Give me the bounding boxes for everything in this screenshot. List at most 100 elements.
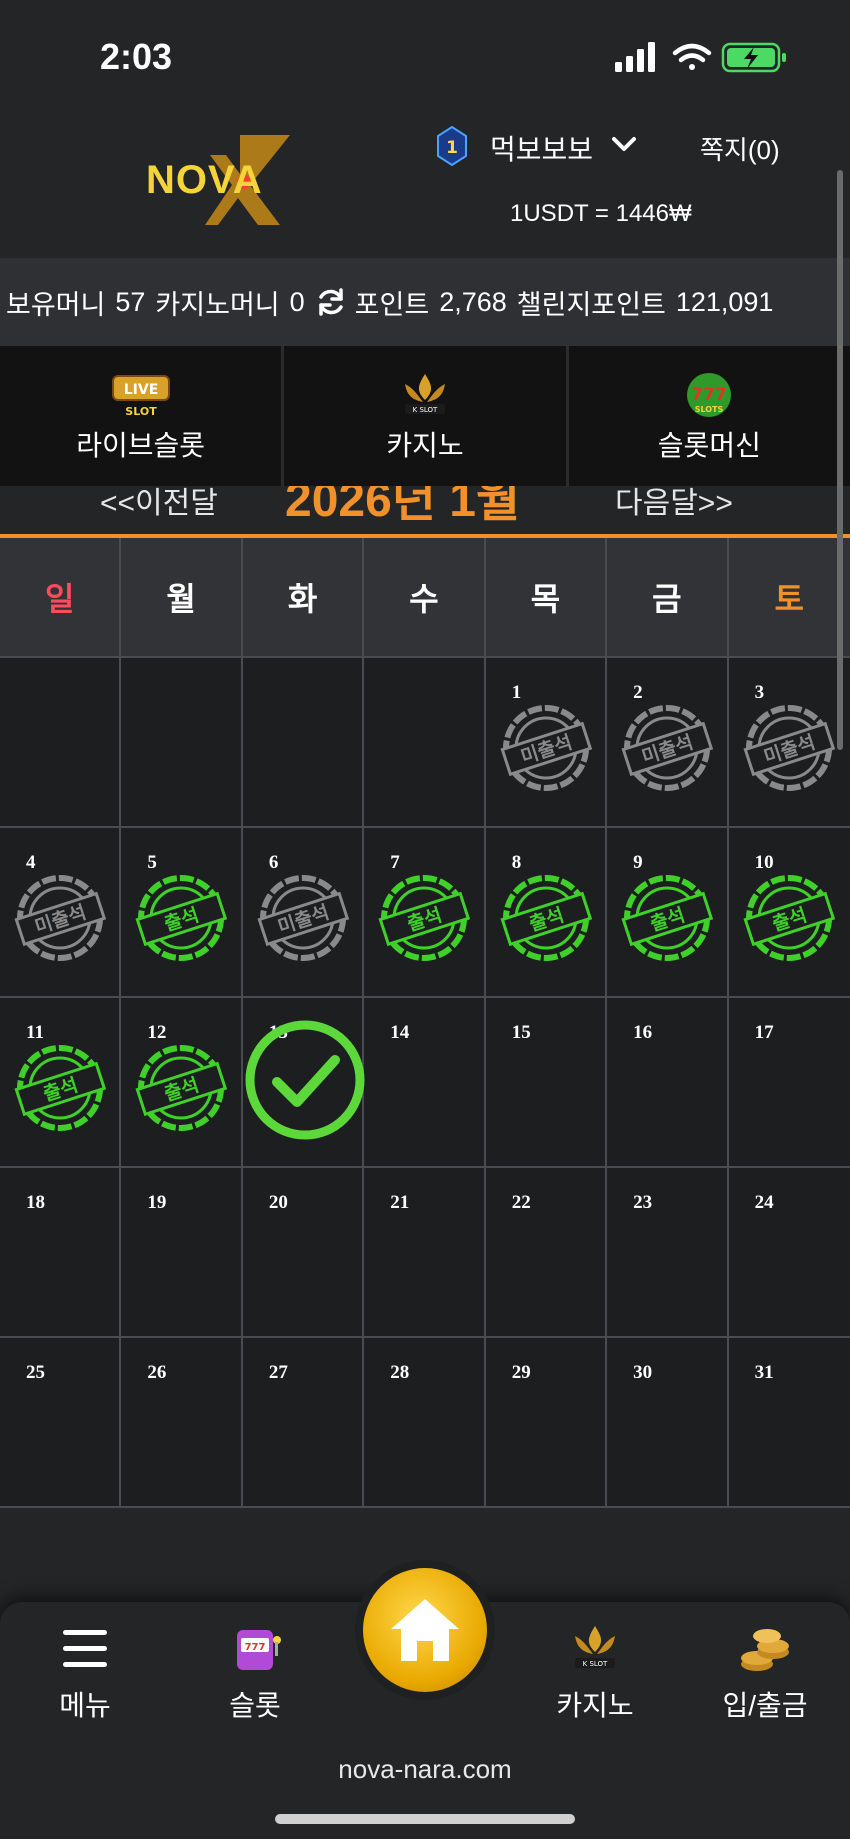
category-live-slot[interactable]: LIVE SLOT 라이브슬롯 [0, 346, 285, 486]
svg-text:LIVE: LIVE [123, 382, 158, 398]
status-icons [615, 42, 786, 73]
absent-stamp-icon: 미출석 [621, 705, 714, 791]
nav-label: 메뉴 [59, 1690, 111, 1721]
svg-text:K SLOT: K SLOT [583, 1660, 608, 1668]
calendar-day: 20 [242, 1168, 365, 1338]
nova-logo[interactable]: NOVA [140, 130, 315, 230]
exchange-rate: 1USDT = 1446₩ [510, 200, 692, 227]
day-number: 23 [633, 1192, 653, 1213]
category-label: 슬롯머신 [657, 430, 761, 461]
next-month-button[interactable]: 다음달>> [615, 486, 733, 522]
calendar-day-empty [121, 658, 243, 828]
absent-stamp-icon: 미출석 [257, 875, 350, 961]
present-stamp-icon: 출석 [14, 1045, 107, 1131]
nav-deposit[interactable]: 입/출금 [690, 1622, 840, 1724]
present-stamp: 출석 [741, 870, 837, 966]
calendar-day: 3 미출석 [728, 658, 850, 828]
home-indicator [275, 1814, 575, 1824]
nav-casino[interactable]: K SLOT 카지노 [520, 1622, 670, 1724]
check-circle-icon[interactable] [243, 1018, 367, 1142]
home-button[interactable] [355, 1560, 495, 1700]
weekday-sat: 토 [774, 581, 804, 617]
app-root: { "status": { "time": "2:03" }, "header"… [0, 0, 850, 1839]
calendar-day: 30 [607, 1338, 729, 1508]
svg-text:K SLOT: K SLOT [413, 406, 438, 414]
present-stamp: 출석 [619, 870, 715, 966]
calendar-day: 6 미출석 [242, 828, 365, 998]
day-number: 17 [754, 1022, 774, 1043]
coins-icon [741, 1629, 789, 1671]
calendar-day: 25 [0, 1338, 122, 1508]
slot-machine-icon: 777 [237, 1630, 281, 1670]
calendar-day: 26 [121, 1338, 243, 1508]
calendar-day: 19 [121, 1168, 243, 1338]
money-label: 보유머니 [6, 289, 106, 320]
absent-stamp-icon: 미출석 [500, 705, 592, 791]
day-number: 28 [390, 1362, 410, 1383]
day-number: 24 [754, 1192, 774, 1213]
day-number: 31 [754, 1362, 774, 1383]
present-stamp: 출석 [133, 1040, 229, 1136]
weekday-tue: 화 [243, 538, 365, 656]
present-stamp-icon: 출석 [500, 875, 592, 961]
calendar-day: 14 [364, 998, 486, 1168]
calendar-day: 4 미출석 [0, 828, 122, 998]
casino-money-value: 0 [289, 286, 305, 317]
month-nav: <<이전달 2026년 1월 다음달>> [0, 486, 850, 536]
nav-slot[interactable]: 777 슬롯 [180, 1622, 330, 1724]
weekday-thu: 목 [486, 538, 608, 656]
category-casino[interactable]: K SLOT 카지노 [284, 346, 569, 486]
username[interactable]: 먹보보보 [490, 128, 593, 168]
calendar-day-today[interactable]: 13 [242, 998, 367, 1168]
signal-icon [615, 42, 655, 72]
777-slots-icon: 777 SLOTS [687, 373, 732, 417]
calendar-day: 16 [607, 998, 729, 1168]
day-number: 18 [26, 1192, 45, 1213]
site-url: nova-nara.com [338, 1754, 512, 1784]
scrollbar[interactable] [837, 170, 843, 750]
calendar-day: 27 [242, 1338, 365, 1508]
absent-stamp: 미출석 [498, 700, 594, 796]
present-stamp-icon: 출석 [743, 875, 835, 961]
calendar-day: 21 [364, 1168, 486, 1338]
day-number: 20 [268, 1192, 288, 1213]
calendar-day: 18 [0, 1168, 122, 1338]
chevron-down-icon[interactable] [610, 130, 638, 158]
day-number: 19 [147, 1192, 167, 1213]
current-month: 2026년 1월 [285, 486, 521, 527]
challenge-points-value: 121,091 [675, 286, 774, 317]
calendar-day: 5 출석 [121, 828, 243, 998]
menu-icon [63, 1630, 107, 1667]
prev-month-button[interactable]: <<이전달 [100, 486, 218, 522]
calendar-day: 9 출석 [607, 828, 729, 998]
present-stamp: 출석 [376, 870, 472, 966]
balance-bar: 보유머니 57 카지노머니 0 포인트 2,768 챌린지포인트 121,091 [0, 258, 850, 346]
calendar-day: 29 [485, 1338, 608, 1508]
calendar-day-empty [0, 658, 122, 828]
money-value: 57 [115, 286, 146, 317]
calendar-day: 28 [364, 1338, 486, 1508]
day-number: 25 [26, 1362, 45, 1383]
status-bar: 2:03 [0, 0, 850, 100]
category-label: 라이브슬롯 [76, 430, 206, 461]
calendar-grid: 1 미출석 2 미출석 3 미출석 4 미출석 5 출석 6 미출석 7 출석 8 출석 9 출석… [0, 658, 850, 1508]
absent-stamp: 미출석 [619, 700, 715, 796]
present-stamp-icon: 출석 [135, 1045, 228, 1131]
status-time: 2:03 [100, 36, 173, 77]
challenge-points-label: 챌린지포인트 [516, 289, 666, 320]
category-label: 카지노 [386, 430, 464, 461]
category-slot-machine[interactable]: 777 SLOTS 슬롯머신 [569, 346, 850, 486]
nav-menu[interactable]: 메뉴 [10, 1622, 160, 1724]
points-value: 2,768 [439, 286, 507, 317]
site-header: NOVA 1 먹보보보 쪽지(0) 1USDT = 1446₩ [0, 100, 850, 258]
nav-label: 카지노 [556, 1690, 634, 1721]
refresh-icon[interactable] [315, 286, 347, 318]
calendar-day: 24 [728, 1168, 850, 1338]
rank-badge-icon: 1 [437, 126, 467, 166]
present-stamp: 출석 [133, 870, 229, 966]
messages-link[interactable]: 쪽지(0) [700, 130, 780, 167]
category-nav: LIVE SLOT 라이브슬롯 K SLOT 카지노 777 SLOTS 슬롯머… [0, 346, 850, 486]
calendar-day: 12 출석 [121, 998, 243, 1168]
wifi-icon [672, 43, 712, 70]
weekday-mon: 월 [121, 538, 243, 656]
